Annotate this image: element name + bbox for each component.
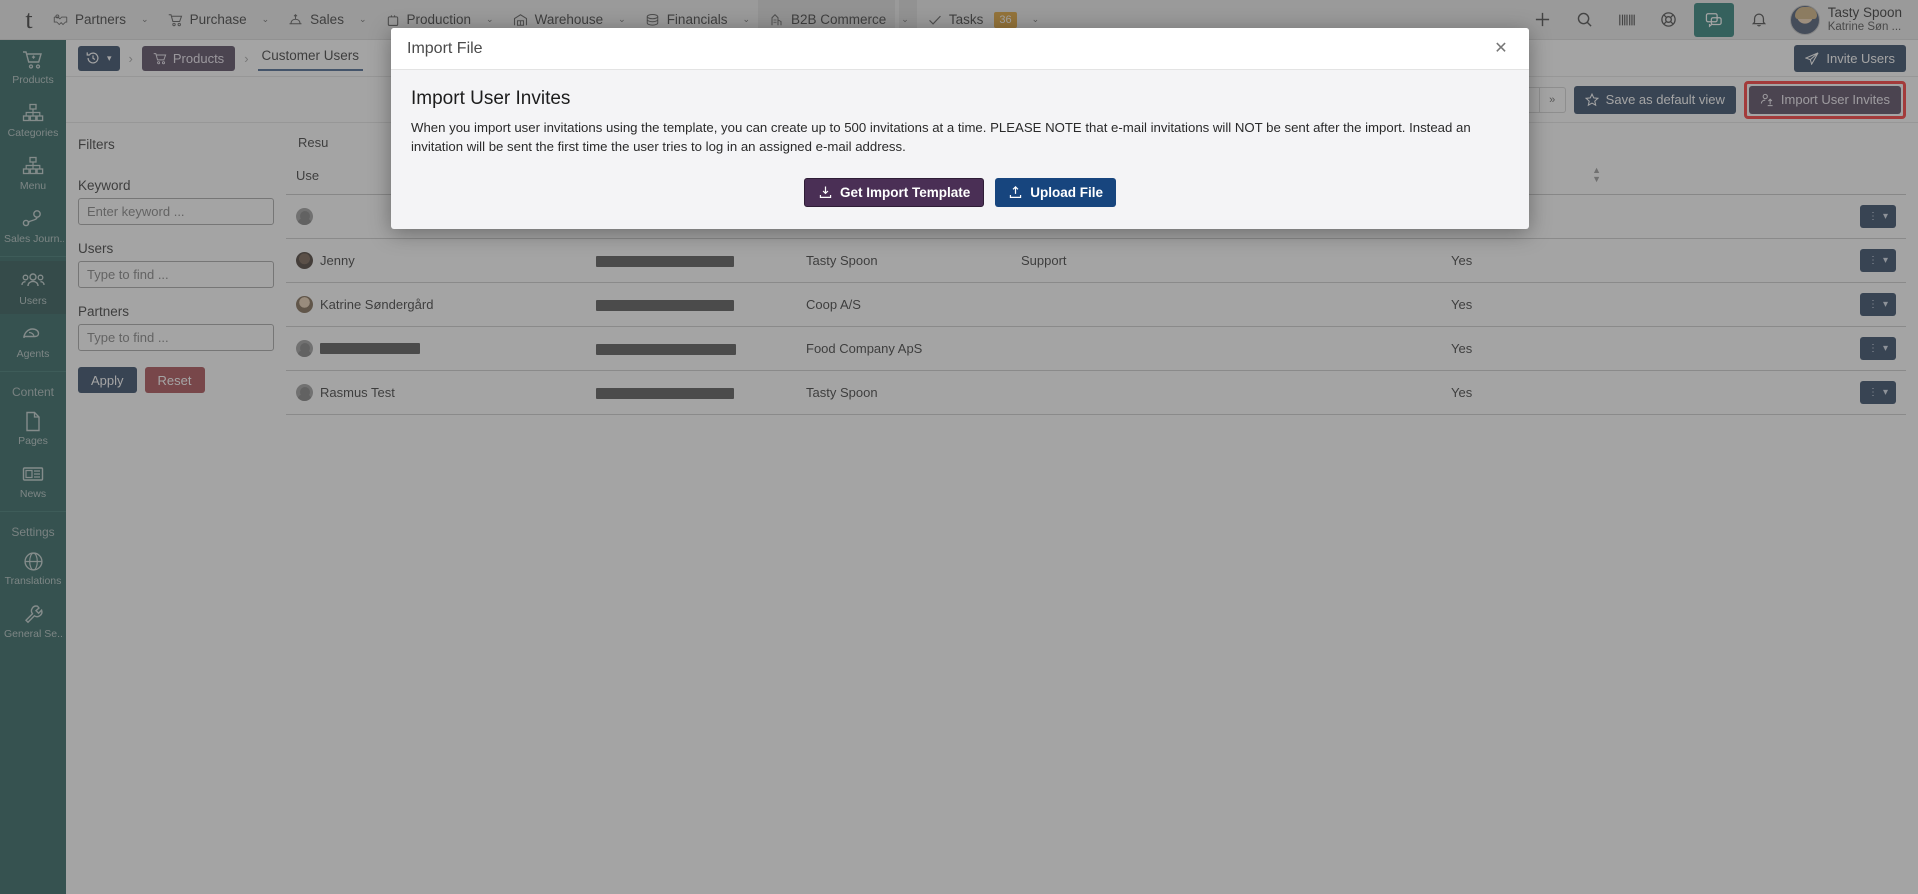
dialog-description: When you import user invitations using t… bbox=[411, 120, 1471, 155]
dialog-actions: Get Import Template Upload File bbox=[411, 178, 1509, 208]
upload-file-label: Upload File bbox=[1030, 185, 1104, 201]
download-icon bbox=[818, 185, 833, 200]
dialog-header: Import File ✕ bbox=[391, 28, 1529, 70]
dialog-body: Import User Invites When you import user… bbox=[391, 70, 1529, 229]
dialog-heading: Import User Invites bbox=[411, 88, 571, 109]
upload-file-button[interactable]: Upload File bbox=[995, 178, 1117, 208]
dialog-title: Import File bbox=[407, 39, 483, 57]
close-icon[interactable]: ✕ bbox=[1489, 37, 1513, 61]
get-import-template-label: Get Import Template bbox=[839, 185, 971, 201]
import-file-dialog: Import File ✕ Import User Invites When y… bbox=[391, 28, 1529, 230]
upload-icon bbox=[1008, 185, 1023, 200]
get-import-template-button[interactable]: Get Import Template bbox=[803, 178, 985, 208]
